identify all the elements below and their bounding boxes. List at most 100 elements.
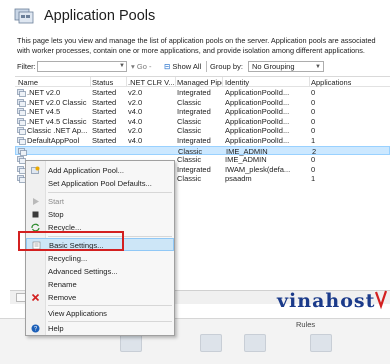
cell-clr: v4.0 (128, 136, 143, 145)
cell-pipeline: Classic (177, 174, 202, 184)
feature-tile-icon[interactable] (200, 334, 222, 352)
cell-clr: v2.0 (128, 88, 143, 97)
menu-item-label: Advanced Settings... (48, 267, 118, 276)
app-pool-icon (17, 127, 26, 136)
show-all-button[interactable]: ⊟ Show All (164, 62, 201, 71)
cell-clr: v2.0 (128, 97, 143, 107)
table-header: Name Status .NET CLR V... Managed Pipel.… (15, 77, 390, 87)
menu-item-set-defaults[interactable]: Set Application Pool Defaults... (26, 177, 174, 190)
cell-identity: ApplicationPoolId... (225, 116, 290, 126)
column-header-clr[interactable]: .NET CLR V... (128, 78, 175, 87)
cell-name: Classic .NET Ap... (27, 126, 88, 136)
column-divider[interactable] (222, 77, 223, 87)
filter-label: Filter: (17, 62, 36, 71)
show-all-label: Show All (172, 62, 202, 71)
cell-pipeline: Classic (177, 116, 202, 126)
toolbar-separator (206, 61, 207, 72)
cell-pipeline: Integrated (177, 107, 211, 117)
group-by-select[interactable]: No Grouping ▼ (248, 61, 324, 72)
cell-pipeline: Integrated (177, 88, 211, 97)
menu-item-label: Add Application Pool... (48, 166, 124, 175)
feature-tile-icon[interactable] (244, 334, 266, 352)
cell-applications: 0 (311, 97, 316, 107)
group-by-label: Group by: (210, 62, 243, 71)
highlight-annotation (18, 231, 124, 251)
column-header-name[interactable]: Name (18, 78, 90, 87)
cell-identity: ApplicationPoolId... (225, 126, 290, 136)
cell-applications: 1 (311, 136, 316, 145)
vinahost-watermark: vinahost (273, 288, 389, 318)
cell-name: DefaultAppPool (27, 136, 80, 145)
help-icon: ? (31, 324, 40, 333)
menu-item-add-application-pool[interactable]: Add Application Pool... (26, 164, 174, 177)
menu-item-rename[interactable]: Rename (26, 278, 174, 291)
application-pools-icon (14, 8, 34, 24)
menu-item-start: Start (26, 195, 174, 208)
menu-item-advanced-settings[interactable]: Advanced Settings... (26, 265, 174, 278)
cell-applications: 0 (311, 155, 316, 165)
column-header-pipeline[interactable]: Managed Pipel... (177, 78, 222, 87)
go-button[interactable]: ▾ Go - (131, 62, 151, 71)
menu-item-label: View Applications (48, 309, 107, 318)
menu-item-recycling[interactable]: Recycling... (26, 252, 174, 265)
filter-bar: Filter: ▼ ▾ Go - ⊟ Show All Group by: No… (15, 60, 390, 74)
cell-identity: IWAM_plesk(defa... (225, 164, 291, 174)
app-pool-icon (17, 89, 26, 97)
table-row-selected[interactable]: Classic IME_ADMIN 2 (15, 145, 390, 156)
column-header-applications[interactable]: Applications (311, 78, 351, 87)
watermark-swoosh-icon (374, 290, 388, 310)
cell-name: .NET v2.0 Classic (27, 97, 87, 107)
menu-item-stop[interactable]: Stop (26, 208, 174, 221)
filter-input[interactable]: ▼ (37, 61, 127, 72)
go-label: Go (136, 62, 147, 71)
column-divider[interactable] (175, 77, 176, 87)
app-pool-icon (17, 108, 26, 116)
chevron-down-icon[interactable]: ▼ (119, 63, 125, 69)
cell-status: Started (92, 126, 117, 136)
rules-label: Rules (296, 320, 316, 329)
menu-separator (48, 305, 172, 306)
menu-item-remove[interactable]: Remove (26, 291, 174, 304)
cell-applications: 0 (311, 88, 316, 97)
feature-tile-icon[interactable] (310, 334, 332, 352)
table-row[interactable]: .NET v4.5 Classic Started v4.0 Classic A… (15, 117, 390, 127)
page-description: This page lets you view and manage the l… (17, 36, 376, 55)
add-pool-icon (31, 166, 40, 174)
cell-status: Started (92, 107, 117, 117)
remove-icon (31, 293, 40, 302)
menu-item-view-applications[interactable]: View Applications (26, 307, 174, 320)
table-row[interactable]: .NET v2.0 Started v2.0 Integrated Applic… (15, 88, 390, 98)
show-all-icon: ⊟ (164, 62, 171, 71)
menu-item-label: Rename (48, 280, 77, 289)
menu-item-label: Start (48, 197, 65, 206)
table-row[interactable]: DefaultAppPool Started v4.0 Integrated A… (15, 136, 390, 146)
cell-applications: 0 (311, 107, 316, 117)
group-by-value: No Grouping (252, 62, 295, 71)
cell-pipeline: Classic (177, 155, 202, 165)
column-header-identity[interactable]: Identity (225, 78, 311, 87)
menu-item-label: Stop (48, 210, 64, 219)
menu-item-help[interactable]: ? Help (26, 322, 174, 335)
cell-clr: v2.0 (128, 126, 143, 136)
column-divider[interactable] (90, 77, 91, 87)
cell-name: .NET v4.5 (27, 107, 61, 117)
cell-clr: v4.0 (128, 116, 143, 126)
table-row[interactable]: .NET v4.5 Started v4.0 Integrated Applic… (15, 107, 390, 117)
feature-tile-icon[interactable] (120, 334, 142, 352)
cell-status: Started (92, 136, 117, 145)
menu-item-label: Recycling... (48, 254, 88, 263)
column-header-status[interactable]: Status (92, 78, 128, 87)
app-pool-icon (17, 98, 26, 107)
cell-identity: ApplicationPoolId... (225, 97, 290, 107)
column-divider[interactable] (126, 77, 127, 87)
column-divider[interactable] (309, 77, 310, 87)
cell-identity: ApplicationPoolId... (225, 107, 290, 117)
menu-item-label: Set Application Pool Defaults... (48, 179, 152, 188)
cell-applications: 0 (311, 116, 316, 126)
cell-status: Started (92, 116, 117, 126)
table-row[interactable]: Classic .NET Ap... Started v2.0 Classic … (15, 126, 390, 136)
cell-clr: v4.0 (128, 107, 143, 117)
table-row[interactable]: .NET v2.0 Classic Started v2.0 Classic A… (15, 98, 390, 108)
chevron-down-icon[interactable]: ▼ (315, 63, 321, 72)
app-pool-icon (17, 117, 26, 126)
